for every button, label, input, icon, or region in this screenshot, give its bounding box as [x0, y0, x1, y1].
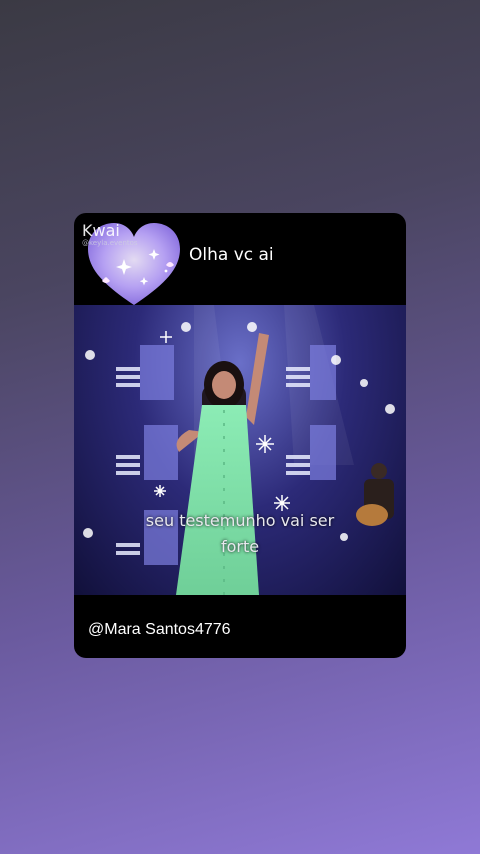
username-mention[interactable]: @Mara Santos4776	[88, 621, 231, 639]
kwai-logo-icon: Kwai	[82, 221, 120, 240]
kwai-watermark-handle: @keyla.eventos	[82, 239, 138, 247]
video-subtitle-line2: forte	[220, 537, 260, 556]
video-subtitle-line1: seu testemunho vai ser	[145, 511, 335, 530]
card-footer: @Mara Santos4776	[74, 595, 406, 658]
card-header: Kwai @keyla.eventos Olha vc ai	[74, 213, 406, 305]
video-frame[interactable]: seu testemunho vai ser forte	[74, 305, 406, 595]
header-caption: Olha vc ai	[189, 245, 274, 265]
story-card[interactable]: Kwai @keyla.eventos Olha vc ai seu teste…	[74, 213, 406, 658]
